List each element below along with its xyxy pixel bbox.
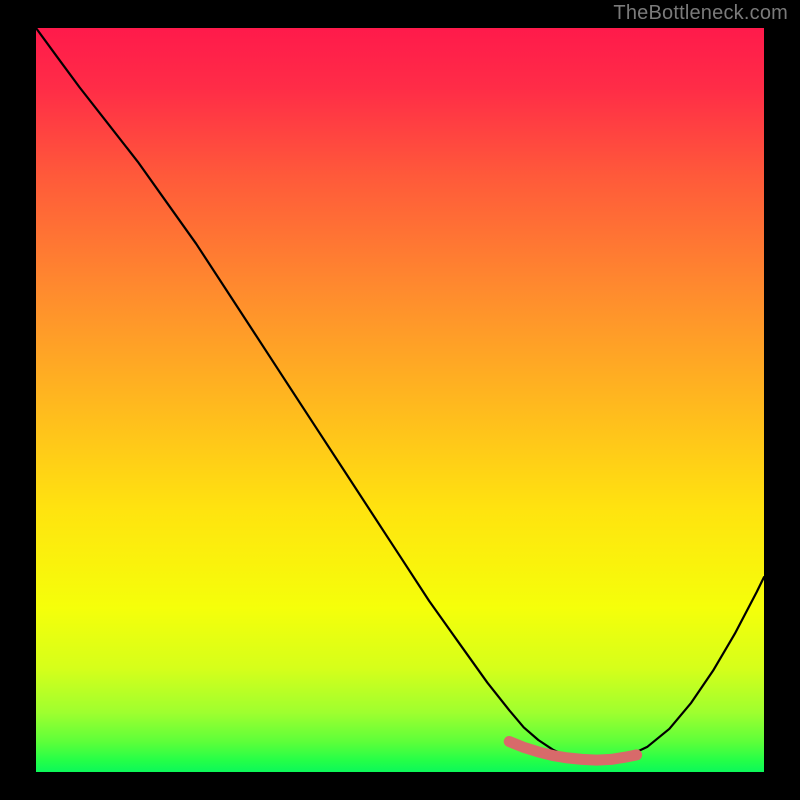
attribution-label: TheBottleneck.com [613,2,788,25]
bottleneck-chart [0,0,800,800]
chart-frame: TheBottleneck.com [0,0,800,800]
plot-area [36,28,764,772]
